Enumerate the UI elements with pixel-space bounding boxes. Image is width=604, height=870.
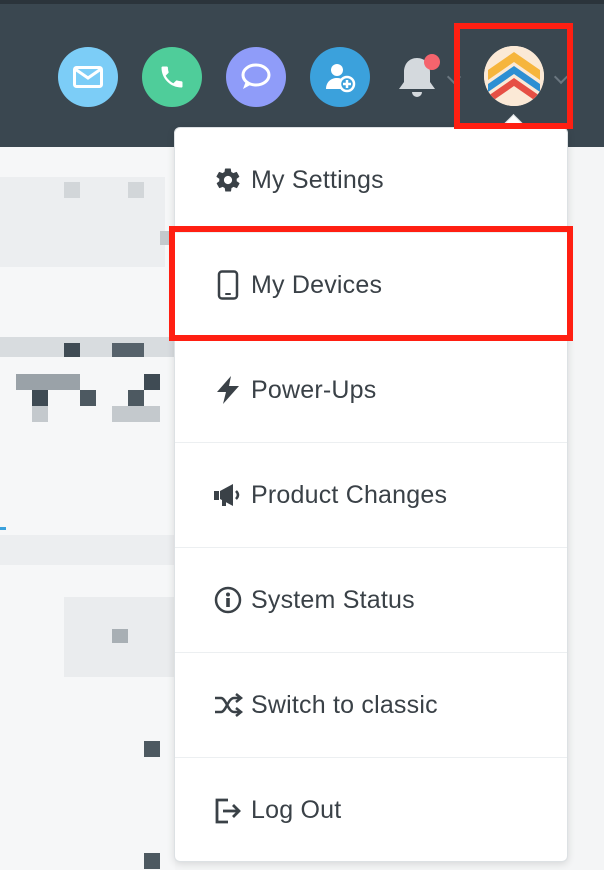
menu-item-label: My Settings bbox=[251, 165, 384, 194]
highlight-my-devices bbox=[169, 226, 573, 341]
pixelated-content bbox=[112, 406, 160, 422]
menu-item-my-settings[interactable]: My Settings bbox=[175, 128, 567, 233]
menu-item-switch-to-classic[interactable]: Switch to classic bbox=[175, 653, 567, 758]
menu-item-system-status[interactable]: System Status bbox=[175, 548, 567, 653]
menu-item-label: Product Changes bbox=[251, 480, 448, 509]
pixelated-content bbox=[128, 182, 144, 198]
background-content-pane bbox=[0, 147, 175, 870]
add-contact-button[interactable] bbox=[310, 47, 370, 107]
pixelated-content bbox=[64, 182, 80, 198]
email-button[interactable] bbox=[58, 47, 118, 107]
menu-item-label: Switch to classic bbox=[251, 690, 438, 719]
phone-button[interactable] bbox=[142, 47, 202, 107]
menu-item-label: System Status bbox=[251, 585, 415, 614]
chat-button[interactable] bbox=[226, 47, 286, 107]
menu-item-log-out[interactable]: Log Out bbox=[175, 758, 567, 863]
menu-item-power-ups[interactable]: Power-Ups bbox=[175, 338, 567, 443]
pixelated-content bbox=[144, 374, 160, 390]
logout-icon bbox=[211, 794, 245, 828]
gear-icon bbox=[211, 163, 245, 197]
pixelated-content bbox=[16, 374, 80, 390]
highlight-avatar bbox=[454, 23, 573, 129]
pixelated-content bbox=[112, 629, 128, 643]
pixelated-content bbox=[0, 535, 175, 565]
pixelated-content bbox=[64, 343, 80, 357]
megaphone-icon bbox=[211, 478, 245, 512]
add-contact-icon bbox=[326, 64, 356, 93]
pixelated-content bbox=[128, 390, 144, 406]
chat-icon bbox=[241, 63, 271, 89]
info-circle-icon bbox=[211, 583, 245, 617]
shuffle-icon bbox=[211, 688, 245, 722]
pixelated-content bbox=[0, 337, 175, 357]
pixelated-content bbox=[144, 741, 160, 757]
menu-item-product-changes[interactable]: Product Changes bbox=[175, 443, 567, 548]
notification-badge bbox=[424, 54, 440, 70]
lightning-icon bbox=[211, 373, 245, 407]
phone-icon bbox=[161, 66, 183, 88]
accent-line bbox=[0, 527, 6, 530]
pixelated-content bbox=[112, 343, 144, 357]
pixelated-content bbox=[80, 390, 96, 406]
window-top-edge bbox=[0, 0, 604, 4]
email-icon bbox=[73, 66, 103, 88]
pixelated-content bbox=[32, 406, 48, 422]
pixelated-content bbox=[32, 390, 48, 406]
pixelated-content bbox=[144, 853, 160, 869]
menu-item-label: Log Out bbox=[251, 796, 342, 824]
menu-item-label: Power-Ups bbox=[251, 375, 377, 404]
